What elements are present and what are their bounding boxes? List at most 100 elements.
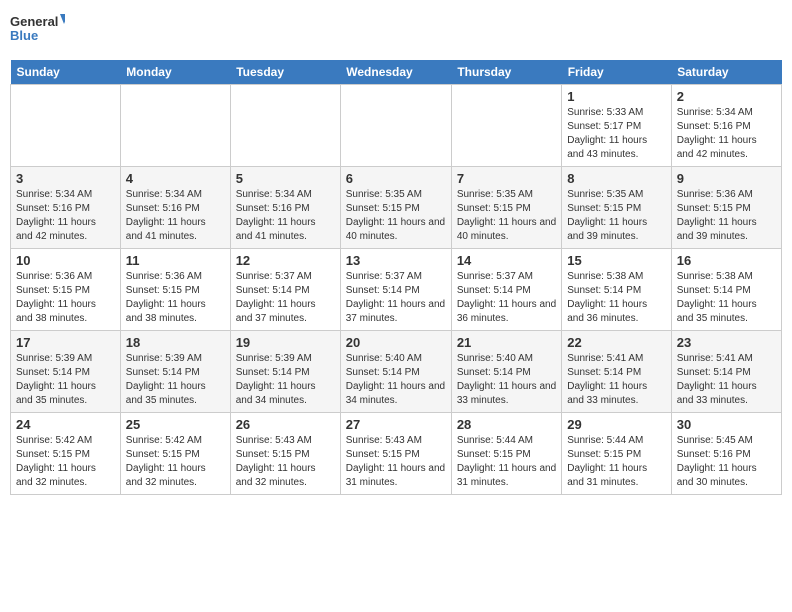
day-number: 8 [567,171,666,186]
calendar-week-row: 24Sunrise: 5:42 AM Sunset: 5:15 PM Dayli… [11,413,782,495]
day-info: Sunrise: 5:37 AM Sunset: 5:14 PM Dayligh… [346,270,446,326]
day-info: Sunrise: 5:35 AM Sunset: 5:15 PM Dayligh… [346,188,446,244]
day-number: 5 [236,171,335,186]
calendar-cell [340,85,451,167]
day-number: 15 [567,253,666,268]
day-info: Sunrise: 5:40 AM Sunset: 5:14 PM Dayligh… [457,352,556,408]
day-number: 19 [236,335,335,350]
calendar-cell: 14 Sunrise: 5:37 AM Sunset: 5:14 PM Dayli… [451,249,561,331]
day-number: 7 [457,171,556,186]
calendar-cell: 18 Sunrise: 5:39 AM Sunset: 5:14 PM Dayli… [120,331,230,413]
weekday-header: Thursday [451,60,561,85]
day-info: Sunrise: 5:35 AM Sunset: 5:15 PM Dayligh… [457,188,556,244]
weekday-header: Tuesday [230,60,340,85]
calendar-cell: 1 Sunrise: 5:33 AM Sunset: 5:17 PM Daylig… [562,85,672,167]
day-info: Sunrise: 5:37 AM Sunset: 5:14 PM Dayligh… [236,270,335,326]
day-info: Sunrise: 5:35 AM Sunset: 5:15 PM Dayligh… [567,188,666,244]
calendar-cell: 4 Sunrise: 5:34 AM Sunset: 5:16 PM Daylig… [120,167,230,249]
calendar-cell: 17 Sunrise: 5:39 AM Sunset: 5:14 PM Dayli… [11,331,121,413]
day-number: 29 [567,417,666,432]
logo-svg: General Blue [10,10,65,52]
day-number: 3 [16,171,115,186]
calendar-cell [451,85,561,167]
weekday-header: Wednesday [340,60,451,85]
calendar-body: 1 Sunrise: 5:33 AM Sunset: 5:17 PM Daylig… [11,85,782,495]
calendar-cell: 19 Sunrise: 5:39 AM Sunset: 5:14 PM Dayli… [230,331,340,413]
day-number: 10 [16,253,115,268]
day-number: 17 [16,335,115,350]
weekday-header: Saturday [671,60,781,85]
calendar-cell: 8 Sunrise: 5:35 AM Sunset: 5:15 PM Daylig… [562,167,672,249]
logo: General Blue [10,10,65,52]
calendar-cell: 15 Sunrise: 5:38 AM Sunset: 5:14 PM Dayli… [562,249,672,331]
calendar-cell: 16Sunrise: 5:38 AM Sunset: 5:14 PM Dayli… [671,249,781,331]
calendar-cell [11,85,121,167]
day-info: Sunrise: 5:36 AM Sunset: 5:15 PM Dayligh… [16,270,115,326]
day-number: 11 [126,253,225,268]
day-info: Sunrise: 5:38 AM Sunset: 5:14 PM Dayligh… [567,270,666,326]
calendar-week-row: 1 Sunrise: 5:33 AM Sunset: 5:17 PM Daylig… [11,85,782,167]
day-info: Sunrise: 5:42 AM Sunset: 5:15 PM Dayligh… [126,434,225,490]
calendar-cell: 30 Sunrise: 5:45 AM Sunset: 5:16 PM Dayli… [671,413,781,495]
day-info: Sunrise: 5:36 AM Sunset: 5:15 PM Dayligh… [677,188,776,244]
day-info: Sunrise: 5:42 AM Sunset: 5:15 PM Dayligh… [16,434,115,490]
day-info: Sunrise: 5:34 AM Sunset: 5:16 PM Dayligh… [677,106,776,162]
calendar-table: SundayMondayTuesdayWednesdayThursdayFrid… [10,60,782,495]
day-number: 16 [677,253,776,268]
day-number: 28 [457,417,556,432]
calendar-header: SundayMondayTuesdayWednesdayThursdayFrid… [11,60,782,85]
calendar-cell: 5 Sunrise: 5:34 AM Sunset: 5:16 PM Daylig… [230,167,340,249]
day-info: Sunrise: 5:33 AM Sunset: 5:17 PM Dayligh… [567,106,666,162]
calendar-cell: 12 Sunrise: 5:37 AM Sunset: 5:14 PM Dayli… [230,249,340,331]
day-info: Sunrise: 5:34 AM Sunset: 5:16 PM Dayligh… [126,188,225,244]
day-info: Sunrise: 5:44 AM Sunset: 5:15 PM Dayligh… [457,434,556,490]
page-header: General Blue [10,10,782,52]
day-info: Sunrise: 5:41 AM Sunset: 5:14 PM Dayligh… [677,352,776,408]
calendar-cell: 9 Sunrise: 5:36 AM Sunset: 5:15 PM Daylig… [671,167,781,249]
calendar-cell: 3Sunrise: 5:34 AM Sunset: 5:16 PM Daylig… [11,167,121,249]
calendar-cell: 28 Sunrise: 5:44 AM Sunset: 5:15 PM Dayli… [451,413,561,495]
calendar-cell: 6Sunrise: 5:35 AM Sunset: 5:15 PM Daylig… [340,167,451,249]
weekday-header: Sunday [11,60,121,85]
day-info: Sunrise: 5:37 AM Sunset: 5:14 PM Dayligh… [457,270,556,326]
day-number: 13 [346,253,446,268]
calendar-cell [230,85,340,167]
day-number: 27 [346,417,446,432]
day-info: Sunrise: 5:45 AM Sunset: 5:16 PM Dayligh… [677,434,776,490]
day-info: Sunrise: 5:39 AM Sunset: 5:14 PM Dayligh… [16,352,115,408]
day-number: 9 [677,171,776,186]
day-info: Sunrise: 5:36 AM Sunset: 5:15 PM Dayligh… [126,270,225,326]
weekday-header: Monday [120,60,230,85]
day-number: 25 [126,417,225,432]
day-number: 1 [567,89,666,104]
day-number: 30 [677,417,776,432]
calendar-cell: 10 Sunrise: 5:36 AM Sunset: 5:15 PM Dayli… [11,249,121,331]
day-number: 4 [126,171,225,186]
day-number: 22 [567,335,666,350]
svg-text:General: General [10,14,58,29]
calendar-week-row: 10 Sunrise: 5:36 AM Sunset: 5:15 PM Dayli… [11,249,782,331]
calendar-cell: 25 Sunrise: 5:42 AM Sunset: 5:15 PM Dayli… [120,413,230,495]
calendar-cell: 13 Sunrise: 5:37 AM Sunset: 5:14 PM Dayli… [340,249,451,331]
day-info: Sunrise: 5:34 AM Sunset: 5:16 PM Dayligh… [236,188,335,244]
day-info: Sunrise: 5:43 AM Sunset: 5:15 PM Dayligh… [346,434,446,490]
calendar-cell: 11 Sunrise: 5:36 AM Sunset: 5:15 PM Dayli… [120,249,230,331]
day-info: Sunrise: 5:39 AM Sunset: 5:14 PM Dayligh… [236,352,335,408]
day-info: Sunrise: 5:41 AM Sunset: 5:14 PM Dayligh… [567,352,666,408]
calendar-cell: 24Sunrise: 5:42 AM Sunset: 5:15 PM Dayli… [11,413,121,495]
day-number: 14 [457,253,556,268]
calendar-cell: 23 Sunrise: 5:41 AM Sunset: 5:14 PM Dayli… [671,331,781,413]
day-info: Sunrise: 5:40 AM Sunset: 5:14 PM Dayligh… [346,352,446,408]
calendar-cell: 2Sunrise: 5:34 AM Sunset: 5:16 PM Daylig… [671,85,781,167]
day-number: 18 [126,335,225,350]
day-info: Sunrise: 5:39 AM Sunset: 5:14 PM Dayligh… [126,352,225,408]
calendar-week-row: 17 Sunrise: 5:39 AM Sunset: 5:14 PM Dayli… [11,331,782,413]
calendar-cell: 27 Sunrise: 5:43 AM Sunset: 5:15 PM Dayli… [340,413,451,495]
calendar-week-row: 3 Sunrise: 5:34 AM Sunset: 5:16 PM Daylig… [11,167,782,249]
calendar-cell [120,85,230,167]
day-info: Sunrise: 5:43 AM Sunset: 5:15 PM Dayligh… [236,434,335,490]
calendar-cell: 29Sunrise: 5:44 AM Sunset: 5:15 PM Dayli… [562,413,672,495]
calendar-cell: 22 Sunrise: 5:41 AM Sunset: 5:14 PM Dayli… [562,331,672,413]
day-number: 23 [677,335,776,350]
day-number: 12 [236,253,335,268]
